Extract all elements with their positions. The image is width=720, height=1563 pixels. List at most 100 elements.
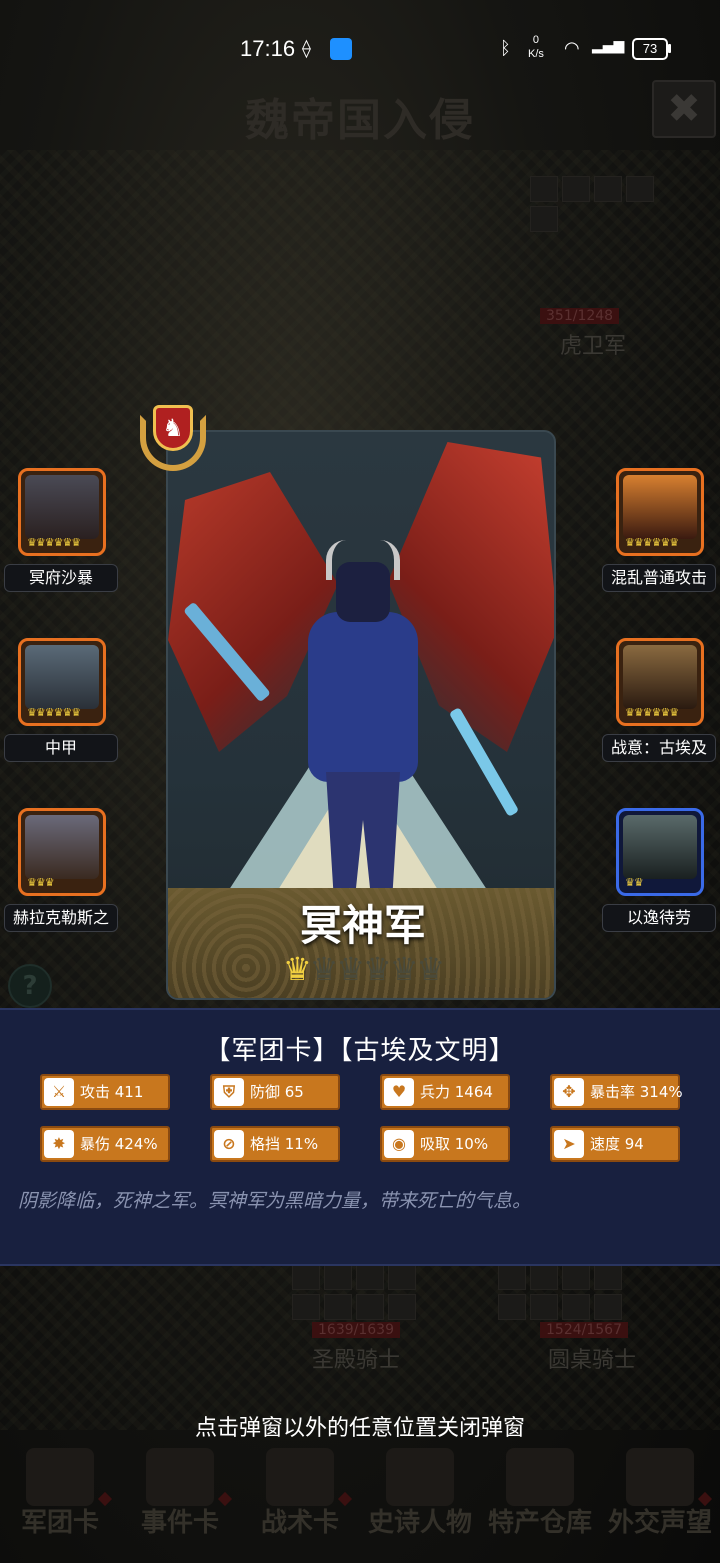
- stat-text: 暴伤 424%: [80, 1135, 158, 1153]
- chest-icon: [506, 1448, 574, 1506]
- nav-label: 军团卡: [20, 1508, 99, 1538]
- shield-icon: ⛨: [214, 1078, 244, 1106]
- stat-speed: ➤ 速度 94: [550, 1126, 680, 1162]
- crown-icons: ♛♛♛♛♛♛: [27, 706, 81, 719]
- nav-label: 事件卡: [140, 1508, 219, 1538]
- crown-icon: ♛: [336, 950, 365, 988]
- skill-right-2[interactable]: ♛♛♛♛♛♛ 战意：古埃及: [598, 638, 718, 762]
- burst-icon: ✸: [44, 1130, 74, 1158]
- network-speed: 0 K/s: [528, 34, 544, 60]
- stat-text: 兵力 1464: [420, 1083, 493, 1101]
- card-name: 冥神军: [299, 901, 426, 950]
- enemy-name: 虎卫军: [560, 334, 627, 359]
- legion-card[interactable]: 冥神军 ♛♛♛♛♛♛: [166, 430, 556, 1000]
- nav-legion-cards[interactable]: 军团卡: [0, 1448, 120, 1540]
- skill-label: 中甲: [4, 734, 118, 762]
- stat-block: ⊘ 格挡 11%: [210, 1126, 340, 1162]
- nav-label: 外交声望: [607, 1508, 712, 1538]
- nav-label: 特产仓库: [487, 1508, 592, 1538]
- skill-frame: ♛♛♛♛♛♛: [18, 468, 106, 556]
- stat-text: 吸取 10%: [420, 1135, 489, 1153]
- demon-body: [308, 612, 418, 782]
- skill-label: 混乱普通攻击: [602, 564, 716, 592]
- ally-troop-icons-2: [498, 1264, 638, 1320]
- crown-icons: ♛♛: [625, 876, 644, 889]
- heart-icon: ♥: [384, 1078, 414, 1106]
- knight-chess-icon: ♞: [153, 405, 193, 451]
- crown-icons: ♛♛♛♛♛♛: [27, 536, 81, 549]
- skill-label: 冥府沙暴: [4, 564, 118, 592]
- skill-left-2[interactable]: ♛♛♛♛♛♛ 中甲: [0, 638, 120, 762]
- crown-icons: ♛♛♛♛♛♛: [625, 536, 679, 549]
- stat-text: 格挡 11%: [250, 1135, 319, 1153]
- card-tags: 【军团卡】【古埃及文明】: [204, 1036, 516, 1066]
- stat-crit-damage: ✸ 暴伤 424%: [40, 1126, 170, 1162]
- crown-icon: ♛: [416, 950, 445, 988]
- rank-badge: ♞: [140, 405, 206, 471]
- enemy-troop-icons: [530, 176, 670, 232]
- absorb-icon: ◉: [384, 1130, 414, 1158]
- nav-specialty-storage[interactable]: 特产仓库: [480, 1448, 600, 1540]
- nav-diplomacy[interactable]: 外交声望: [600, 1448, 720, 1540]
- skill-left-1[interactable]: ♛♛♛♛♛♛ 冥府沙暴: [0, 468, 120, 592]
- skill-frame: ♛♛♛♛♛♛: [616, 638, 704, 726]
- stat-crit-rate: ✥ 暴击率 314%: [550, 1074, 683, 1110]
- crown-icon: ♛: [389, 950, 419, 988]
- nav-tactic-cards[interactable]: 战术卡: [240, 1448, 360, 1540]
- ally-hp-1: 1639/1639: [312, 1322, 400, 1338]
- card-description: 阴影降临，死神之军。冥神军为黑暗力量，带来死亡的气息。: [18, 1190, 532, 1212]
- app-notification-icon: [330, 38, 352, 60]
- skill-label: 以逸待劳: [602, 904, 716, 932]
- crosshair-icon: ✥: [554, 1078, 584, 1106]
- stat-text: 暴击率 314%: [590, 1083, 683, 1101]
- skill-frame: ♛♛♛: [18, 808, 106, 896]
- stat-text: 速度 94: [590, 1135, 644, 1153]
- demon-head: [336, 562, 390, 622]
- letter-icon: [626, 1448, 694, 1506]
- skill-frame: ♛♛♛♛♛♛: [616, 468, 704, 556]
- skill-art-underworld-storm: [25, 475, 99, 539]
- skill-art-armor: [25, 645, 99, 709]
- skill-left-3[interactable]: ♛♛♛ 赫拉克勒斯之: [0, 808, 120, 932]
- skill-art-battle-will: [623, 645, 697, 709]
- ally-name-1: 圣殿骑士: [312, 1348, 401, 1373]
- ally-hp-2: 1524/1567: [540, 1322, 628, 1338]
- nav-label: 战术卡: [260, 1508, 339, 1538]
- scroll-icon: [146, 1448, 214, 1506]
- helmet-icon: [26, 1448, 94, 1506]
- skill-label: 赫拉克勒斯之: [4, 904, 118, 932]
- signal-icon: ▂▄▆: [592, 38, 625, 54]
- background-close-icon: ✖: [652, 80, 716, 138]
- boot-icon: ➤: [554, 1130, 584, 1158]
- stat-troops: ♥ 兵力 1464: [380, 1074, 510, 1110]
- stat-text: 攻击 411: [80, 1083, 144, 1101]
- sword-icon: ⚔: [44, 1078, 74, 1106]
- bottom-nav: 军团卡 事件卡 战术卡 史诗人物 特产仓库 外交声望: [0, 1448, 720, 1540]
- crown-icons: ♛♛♛: [27, 876, 55, 889]
- stat-absorb: ◉ 吸取 10%: [380, 1126, 510, 1162]
- skill-frame: ♛♛: [616, 808, 704, 896]
- nav-epic-heroes[interactable]: 史诗人物: [360, 1448, 480, 1540]
- stat-attack: ⚔ 攻击 411: [40, 1074, 170, 1110]
- nav-event-cards[interactable]: 事件卡: [120, 1448, 240, 1540]
- background-title: 魏帝国入侵: [245, 95, 475, 146]
- ally-troop-icons-1: [292, 1264, 432, 1320]
- wifi-icon: ◠: [564, 38, 580, 59]
- close-hint: 点击弹窗以外的任意位置关闭弹窗: [194, 1416, 525, 1441]
- skill-art-rest-await: [623, 815, 697, 879]
- stat-defense: ⛨ 防御 65: [210, 1074, 340, 1110]
- card-star-rating: ♛♛♛♛♛♛: [168, 950, 554, 988]
- skill-right-1[interactable]: ♛♛♛♛♛♛ 混乱普通攻击: [598, 468, 718, 592]
- skill-art-hercules: [25, 815, 99, 879]
- compass-icon: [266, 1448, 334, 1506]
- card-info-panel: 【军团卡】【古埃及文明】 ⚔ 攻击 411 ⛨ 防御 65 ♥ 兵力 1464 …: [0, 1008, 720, 1266]
- skill-label: 战意：古埃及: [602, 734, 716, 762]
- skill-right-3[interactable]: ♛♛ 以逸待劳: [598, 808, 718, 932]
- ally-name-2: 圆桌骑士: [548, 1348, 637, 1373]
- crown-icons: ♛♛♛♛♛♛: [625, 706, 679, 719]
- crown-icon: [386, 1448, 454, 1506]
- stat-text: 防御 65: [250, 1083, 304, 1101]
- skill-frame: ♛♛♛♛♛♛: [18, 638, 106, 726]
- nav-label: 史诗人物: [367, 1508, 472, 1538]
- crown-icon: ♛: [282, 950, 312, 988]
